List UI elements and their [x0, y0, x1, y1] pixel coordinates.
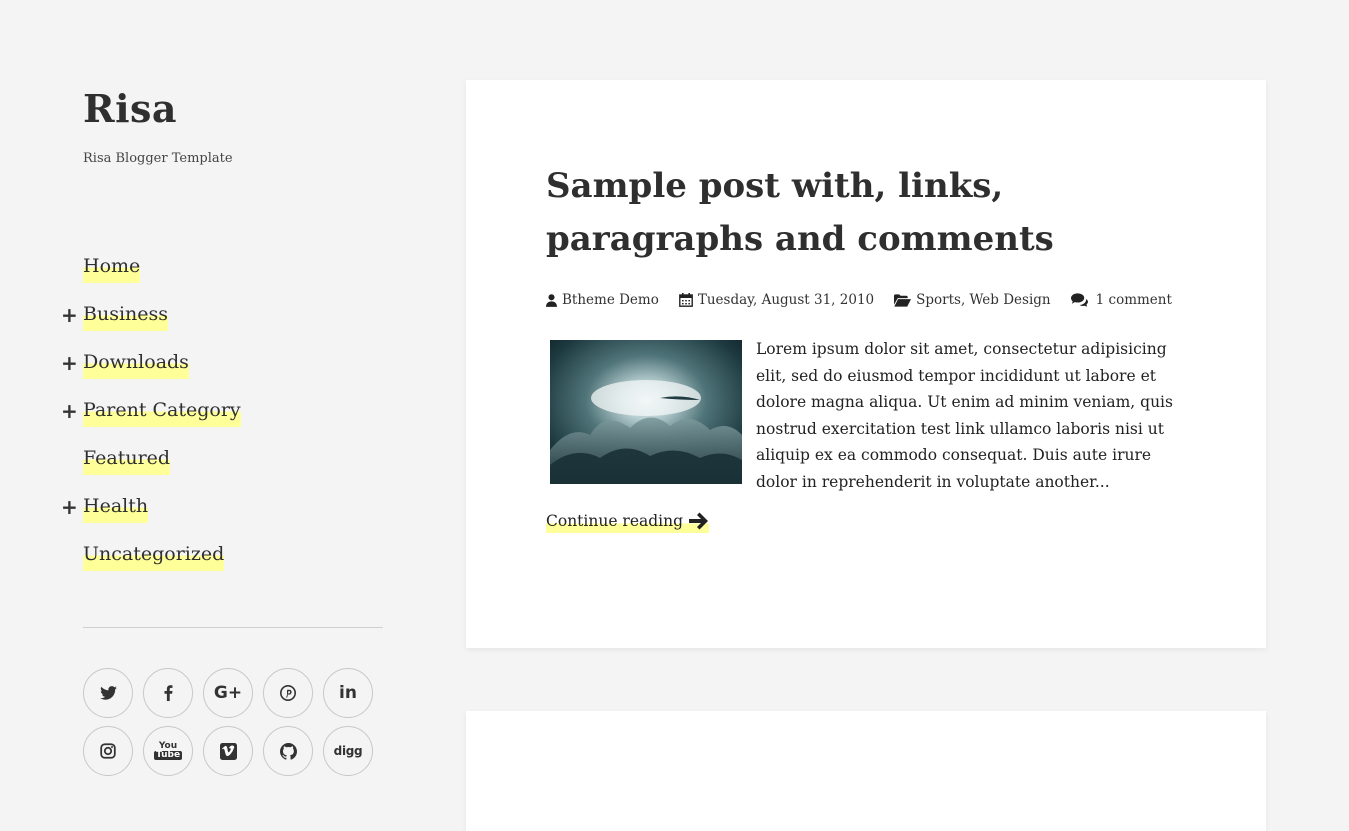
- post-excerpt: Lorem ipsum dolor sit amet, consectetur …: [756, 340, 1173, 491]
- instagram-button[interactable]: [83, 726, 133, 776]
- post-comments[interactable]: 1 comment: [1070, 292, 1172, 308]
- facebook-icon: [164, 685, 172, 701]
- github-icon: [279, 742, 297, 760]
- vimeo-icon: [219, 742, 237, 760]
- continue-reading-link[interactable]: Continue reading: [546, 512, 710, 533]
- facebook-button[interactable]: [143, 668, 193, 718]
- nav-item-home[interactable]: Home: [83, 252, 403, 300]
- post-date: Tuesday, August 31, 2010: [678, 292, 875, 308]
- youtube-icon-bottom: Tube: [153, 750, 183, 760]
- clouds-image: [550, 340, 742, 484]
- nav-item-featured[interactable]: Featured: [83, 444, 403, 492]
- expand-plus-icon[interactable]: +: [61, 351, 78, 375]
- post-categories-text[interactable]: Sports, Web Design: [916, 292, 1051, 308]
- pinterest-button[interactable]: [263, 668, 313, 718]
- post-author-name[interactable]: Btheme Demo: [562, 292, 659, 308]
- digg-icon: digg: [333, 744, 363, 758]
- post-card: Sample post with, links, paragraphs and …: [466, 80, 1266, 648]
- main-nav: Home + Business + Downloads + Parent Cat…: [61, 252, 403, 588]
- user-icon: [546, 293, 557, 307]
- post-categories[interactable]: Sports, Web Design: [894, 292, 1051, 308]
- linkedin-icon: in: [339, 683, 357, 703]
- vimeo-button[interactable]: [203, 726, 253, 776]
- twitter-icon: [99, 686, 117, 700]
- nav-item-label[interactable]: Home: [83, 252, 141, 283]
- post-title[interactable]: Sample post with, links, paragraphs and …: [546, 160, 1106, 266]
- folder-open-icon: [894, 293, 912, 307]
- twitter-button[interactable]: [83, 668, 133, 718]
- google-plus-button[interactable]: G+: [203, 668, 253, 718]
- nav-item-parent-category[interactable]: + Parent Category: [61, 396, 403, 444]
- linkedin-button[interactable]: in: [323, 668, 373, 718]
- youtube-icon: You Tube: [153, 742, 183, 760]
- instagram-icon: [100, 743, 116, 759]
- comments-icon: [1070, 293, 1088, 307]
- nav-item-business[interactable]: + Business: [61, 300, 403, 348]
- expand-plus-icon[interactable]: +: [61, 495, 78, 519]
- digg-button[interactable]: digg: [323, 726, 373, 776]
- post-comments-text[interactable]: 1 comment: [1096, 292, 1172, 308]
- post-thumbnail[interactable]: [550, 340, 742, 484]
- nav-item-downloads[interactable]: + Downloads: [61, 348, 403, 396]
- calendar-icon: [678, 293, 693, 307]
- site-title[interactable]: Risa: [83, 86, 177, 131]
- continue-reading-label[interactable]: Continue reading: [546, 512, 683, 530]
- nav-item-label[interactable]: Health: [83, 492, 149, 523]
- post-author[interactable]: Btheme Demo: [546, 292, 659, 308]
- expand-plus-icon[interactable]: +: [61, 399, 78, 423]
- github-button[interactable]: [263, 726, 313, 776]
- pinterest-icon: [280, 685, 296, 701]
- nav-item-uncategorized[interactable]: Uncategorized: [83, 540, 403, 588]
- nav-item-label[interactable]: Parent Category: [83, 396, 241, 427]
- sidebar-divider: [83, 627, 383, 628]
- expand-plus-icon[interactable]: +: [61, 303, 78, 327]
- arrow-right-icon: [689, 512, 709, 530]
- post-date-text: Tuesday, August 31, 2010: [697, 292, 875, 308]
- nav-item-label[interactable]: Downloads: [83, 348, 189, 379]
- site-description: Risa Blogger Template: [83, 151, 233, 166]
- next-post-card: [466, 711, 1266, 831]
- nav-item-label[interactable]: Uncategorized: [83, 540, 225, 571]
- post-meta: Btheme Demo Tuesday, August 31, 2010 Spo…: [546, 292, 1192, 308]
- nav-item-label[interactable]: Business: [83, 300, 169, 331]
- nav-item-label[interactable]: Featured: [83, 444, 171, 475]
- nav-item-health[interactable]: + Health: [61, 492, 403, 540]
- google-plus-icon: G+: [213, 683, 243, 703]
- youtube-button[interactable]: You Tube: [143, 726, 193, 776]
